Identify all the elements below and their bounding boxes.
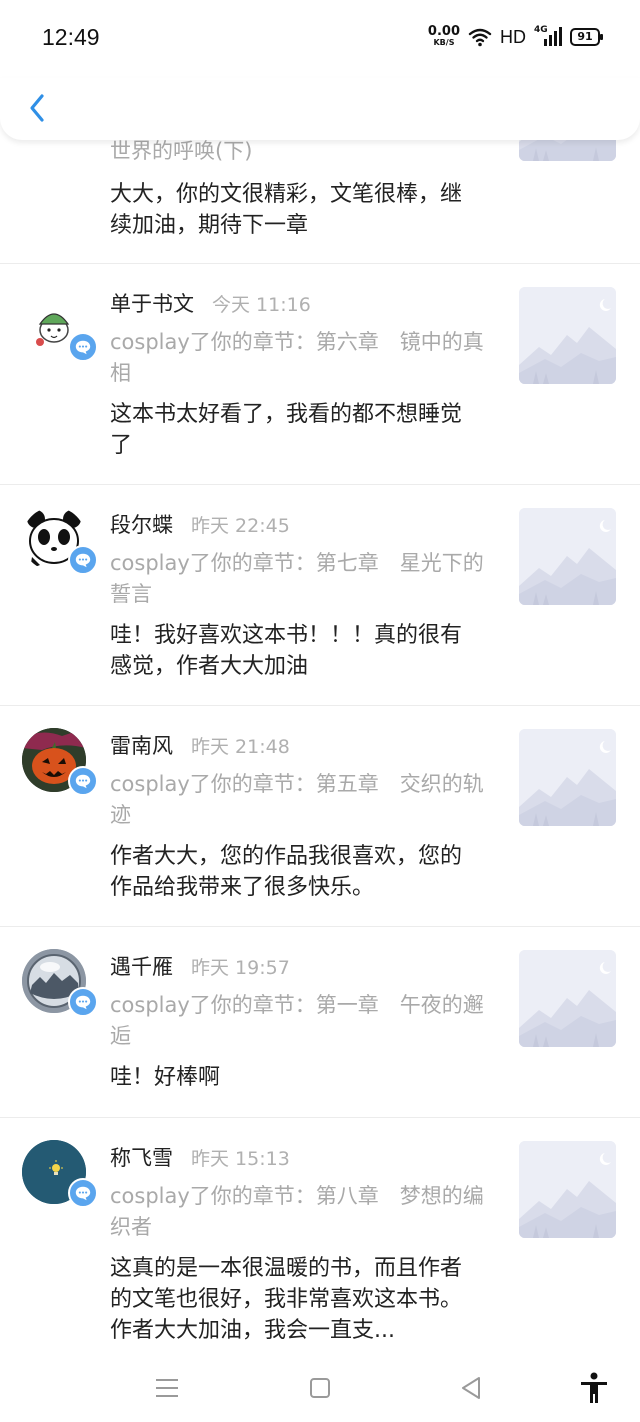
timestamp: 今天 11:16 [212,294,311,316]
back-triangle-icon[interactable] [453,1370,489,1406]
chapter-reference: 世界的呼唤(下) [110,139,253,163]
chapter-thumbnail[interactable] [519,729,616,826]
chapter-reference[interactable]: cosplay了你的章节：第一章 午夜的邂逅 [110,990,490,1052]
avatar[interactable] [22,1140,98,1208]
timestamp: 昨天 19:57 [191,957,290,979]
avatar[interactable] [22,507,98,575]
timestamp: 昨天 22:45 [191,515,290,537]
chapter-reference[interactable]: cosplay了你的章节：第六章 镜中的真相 [110,327,490,389]
cellular-signal-icon: 4G [534,25,562,47]
system-nav-bar [0,1356,640,1422]
chapter-reference[interactable]: cosplay了你的章节：第五章 交织的轨迹 [110,769,490,831]
timestamp: 昨天 21:48 [191,736,290,758]
comment-text: 这真的是一本很温暖的书，而且作者的文笔也很好，我非常喜欢这本书。作者大大加油，我… [110,1256,463,1343]
clock: 12:49 [42,24,100,50]
chevron-left-icon[interactable] [20,86,56,126]
avatar[interactable] [22,728,98,796]
status-bar: 12:49 0.00 KB/S HD 4G 91 [0,0,640,78]
home-square-icon[interactable] [302,1370,338,1406]
comment-text: 哇！好棒啊 [110,1065,221,1090]
comment-text: 哇！我好喜欢这本书！！！真的很有感觉，作者大大加油 [110,623,463,679]
chat-bubble-icon [68,1178,98,1208]
list-item[interactable]: 单于书文 今天 11:16 cosplay了你的章节：第六章 镜中的真相 这本书… [0,264,640,485]
wifi-icon [468,28,492,47]
menu-icon[interactable] [149,1370,185,1406]
user-name[interactable]: 遇千雁 [110,951,173,981]
network-speed-unit: KB/S [433,38,455,47]
list-item[interactable]: 段尔蝶 昨天 22:45 cosplay了你的章节：第七章 星光下的誓言 哇！我… [0,485,640,706]
list-item[interactable]: 雷南风 昨天 21:48 cosplay了你的章节：第五章 交织的轨迹 作者大大… [0,706,640,927]
user-name[interactable]: 段尔蝶 [110,509,173,539]
network-speed-value: 0.00 [427,24,460,39]
user-name[interactable]: 单于书文 [110,288,194,318]
battery-level: 91 [577,30,593,43]
list-item[interactable]: 遇千雁 昨天 19:57 cosplay了你的章节：第一章 午夜的邂逅 哇！好棒… [0,927,640,1118]
user-name[interactable]: 雷南风 [110,730,173,760]
chapter-thumbnail[interactable] [519,508,616,605]
timestamp: 昨天 15:13 [191,1148,290,1170]
app-header [0,78,640,140]
list-item[interactable]: 称飞雪 昨天 15:13 cosplay了你的章节：第八章 梦想的编织者 这真的… [0,1118,640,1356]
chat-bubble-icon [68,545,98,575]
chapter-reference[interactable]: cosplay了你的章节：第八章 梦想的编织者 [110,1181,490,1243]
comment-text: 这本书太好看了，我看的都不想睡觉了 [110,402,463,458]
accessibility-icon[interactable] [576,1370,612,1406]
user-name[interactable]: 称飞雪 [110,1142,173,1172]
chapter-reference[interactable]: cosplay了你的章节：第七章 星光下的誓言 [110,548,490,610]
battery-icon: 91 [570,28,603,46]
comment-text: 大大，你的文很精彩，文笔很棒，继续加油，期待下一章 [110,182,463,238]
avatar[interactable] [22,949,98,1017]
chapter-thumbnail[interactable] [519,287,616,384]
hd-indicator: HD [500,26,526,47]
chapter-thumbnail[interactable] [519,950,616,1047]
comment-text: 作者大大，您的作品我很喜欢，您的作品给我带来了很多快乐。 [110,844,463,900]
chat-bubble-icon [68,332,98,362]
chat-bubble-icon [68,766,98,796]
chapter-thumbnail[interactable] [519,1141,616,1238]
avatar[interactable] [22,294,98,362]
chat-bubble-icon [68,987,98,1017]
network-speed: 0.00 KB/S [427,24,460,48]
